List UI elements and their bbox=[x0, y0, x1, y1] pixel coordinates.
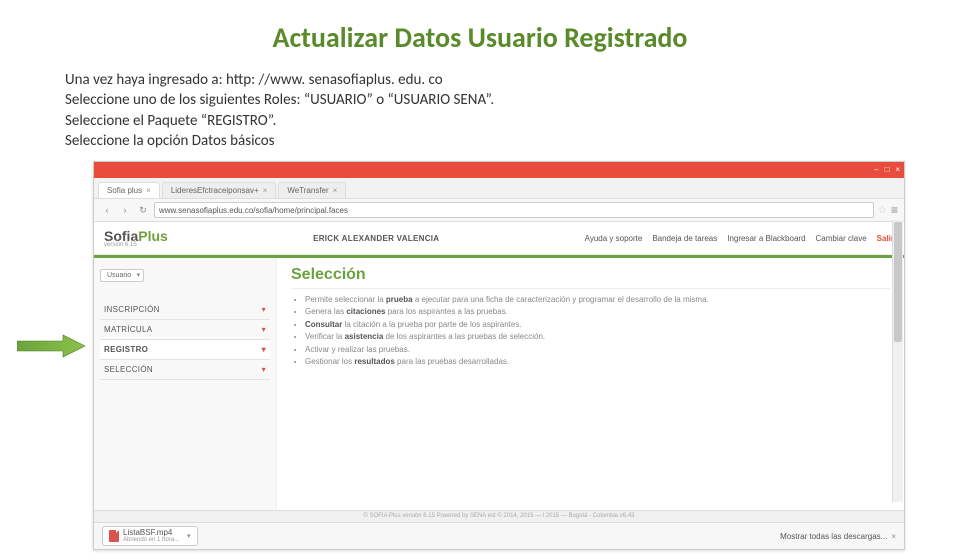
sidebar-item-matricula[interactable]: MATRÍCULA ▾ bbox=[100, 320, 270, 340]
content-bullet: Genera las citaciones para los aspirante… bbox=[305, 307, 890, 317]
nav-reload-icon[interactable]: ↻ bbox=[136, 203, 150, 217]
nav-forward-icon[interactable]: › bbox=[118, 203, 132, 217]
vertical-scrollbar[interactable] bbox=[892, 220, 903, 502]
site-header: SofiaPlus versión 6.15 ERICK ALEXANDER V… bbox=[94, 222, 904, 255]
sidebar-item-label: MATRÍCULA bbox=[104, 325, 152, 334]
sidebar: Usuario INSCRIPCIÓN ▾ MATRÍCULA ▾ REGISTRO… bbox=[94, 258, 277, 510]
instruction-line: Seleccione el Paquete “REGISTRO”. bbox=[65, 111, 960, 131]
file-icon bbox=[109, 530, 119, 542]
top-nav: Ayuda y soporte Bandeja de tareas Ingres… bbox=[585, 234, 894, 243]
sidebar-item-label: INSCRIPCIÓN bbox=[104, 305, 160, 314]
download-status: Abriendo en 1 hora... bbox=[123, 537, 179, 543]
sidebar-item-seleccion[interactable]: SELECCIÓN ▾ bbox=[100, 360, 270, 380]
main-content: Selección Permite seleccionar la prueba … bbox=[277, 258, 904, 510]
tab-label: LideresEfctraceiponsav+ bbox=[171, 186, 259, 195]
tab-close-icon[interactable]: × bbox=[263, 186, 268, 195]
tab-close-icon[interactable]: × bbox=[333, 186, 338, 195]
window-close-icon[interactable]: × bbox=[895, 166, 900, 174]
page-title: Actualizar Datos Usuario Registrado bbox=[0, 20, 960, 55]
browser-menu-icon[interactable]: ≡ bbox=[891, 203, 898, 217]
download-filename: ListaBSF.mp4 bbox=[123, 529, 179, 537]
browser-tab[interactable]: Sofia plus × bbox=[98, 182, 160, 198]
sidebar-item-label: SELECCIÓN bbox=[104, 365, 153, 374]
download-chip[interactable]: ListaBSF.mp4 Abriendo en 1 hora... ▾ bbox=[102, 526, 198, 546]
chevron-down-icon: ▾ bbox=[262, 305, 266, 314]
download-bar: ListaBSF.mp4 Abriendo en 1 hora... ▾ Mos… bbox=[94, 522, 904, 549]
page-content: SofiaPlus versión 6.15 ERICK ALEXANDER V… bbox=[94, 222, 904, 522]
chevron-down-icon: ▾ bbox=[262, 365, 266, 374]
window-minimize-icon[interactable]: – bbox=[874, 166, 878, 174]
top-link[interactable]: Cambiar clave bbox=[816, 234, 867, 243]
top-link[interactable]: Ingresar a Blackboard bbox=[727, 234, 805, 243]
instruction-line: Una vez haya ingresado a: http: //www. s… bbox=[65, 70, 960, 90]
window-titlebar: – □ × bbox=[94, 162, 904, 178]
sidebar-item-inscripcion[interactable]: INSCRIPCIÓN ▾ bbox=[100, 300, 270, 320]
window-maximize-icon[interactable]: □ bbox=[884, 166, 889, 174]
content-title: Selección bbox=[291, 266, 890, 289]
show-all-label: Mostrar todas las descargas... bbox=[780, 532, 887, 541]
tab-label: Sofia plus bbox=[107, 186, 142, 195]
callout-arrow-icon bbox=[17, 331, 87, 361]
nav-back-icon[interactable]: ‹ bbox=[100, 203, 114, 217]
sidebar-item-label: REGISTRO bbox=[104, 345, 148, 354]
browser-tab[interactable]: LideresEfctraceiponsav+ × bbox=[162, 182, 277, 198]
site-logo[interactable]: SofiaPlus versión 6.15 bbox=[104, 228, 168, 248]
content-bullet: Permite seleccionar la prueba a ejecutar… bbox=[305, 295, 890, 305]
instruction-line: Seleccione la opción Datos básicos bbox=[65, 131, 960, 151]
url-input[interactable] bbox=[154, 202, 874, 218]
browser-window: – □ × Sofia plus × LideresEfctraceiponsa… bbox=[93, 161, 905, 550]
sidebar-menu: INSCRIPCIÓN ▾ MATRÍCULA ▾ REGISTRO ▾ SELECC… bbox=[100, 300, 270, 380]
instruction-block: Una vez haya ingresado a: http: //www. s… bbox=[65, 70, 960, 151]
browser-tab[interactable]: WeTransfer × bbox=[278, 182, 346, 198]
chevron-down-icon[interactable]: ▾ bbox=[187, 532, 191, 540]
site-footer: © SOFIA Plus versión 6.15 Powered by SEN… bbox=[94, 510, 904, 522]
logo-plus: Plus bbox=[138, 228, 168, 244]
instruction-line: Seleccione uno de los siguientes Roles: … bbox=[65, 90, 960, 110]
scroll-thumb[interactable] bbox=[894, 222, 902, 342]
browser-tabstrip: Sofia plus × LideresEfctraceiponsav+ × W… bbox=[94, 178, 904, 199]
tab-close-icon[interactable]: × bbox=[146, 186, 151, 195]
show-all-downloads[interactable]: Mostrar todas las descargas... × bbox=[780, 532, 896, 541]
top-link[interactable]: Ayuda y soporte bbox=[585, 234, 643, 243]
current-user-name: ERICK ALEXANDER VALENCIA bbox=[313, 234, 439, 243]
chevron-down-icon: ▾ bbox=[262, 345, 266, 354]
content-bullet: Gestionar los resultados para las prueba… bbox=[305, 357, 890, 367]
top-link[interactable]: Bandeja de tareas bbox=[652, 234, 717, 243]
close-icon[interactable]: × bbox=[891, 532, 896, 541]
content-bullet: Activar y realizar las pruebas. bbox=[305, 345, 890, 355]
content-bullet: Verificar la asistencia de los aspirante… bbox=[305, 332, 890, 342]
role-select[interactable]: Usuario bbox=[100, 269, 144, 282]
content-bullet: Consultar la citación a la prueba por pa… bbox=[305, 320, 890, 330]
sidebar-item-registro[interactable]: REGISTRO ▾ bbox=[100, 340, 270, 360]
tab-label: WeTransfer bbox=[287, 186, 328, 195]
chevron-down-icon: ▾ bbox=[262, 325, 266, 334]
address-bar: ‹ › ↻ ☆ ≡ bbox=[94, 199, 904, 222]
bookmark-star-icon[interactable]: ☆ bbox=[878, 205, 887, 216]
content-bullets: Permite seleccionar la prueba a ejecutar… bbox=[291, 295, 890, 367]
